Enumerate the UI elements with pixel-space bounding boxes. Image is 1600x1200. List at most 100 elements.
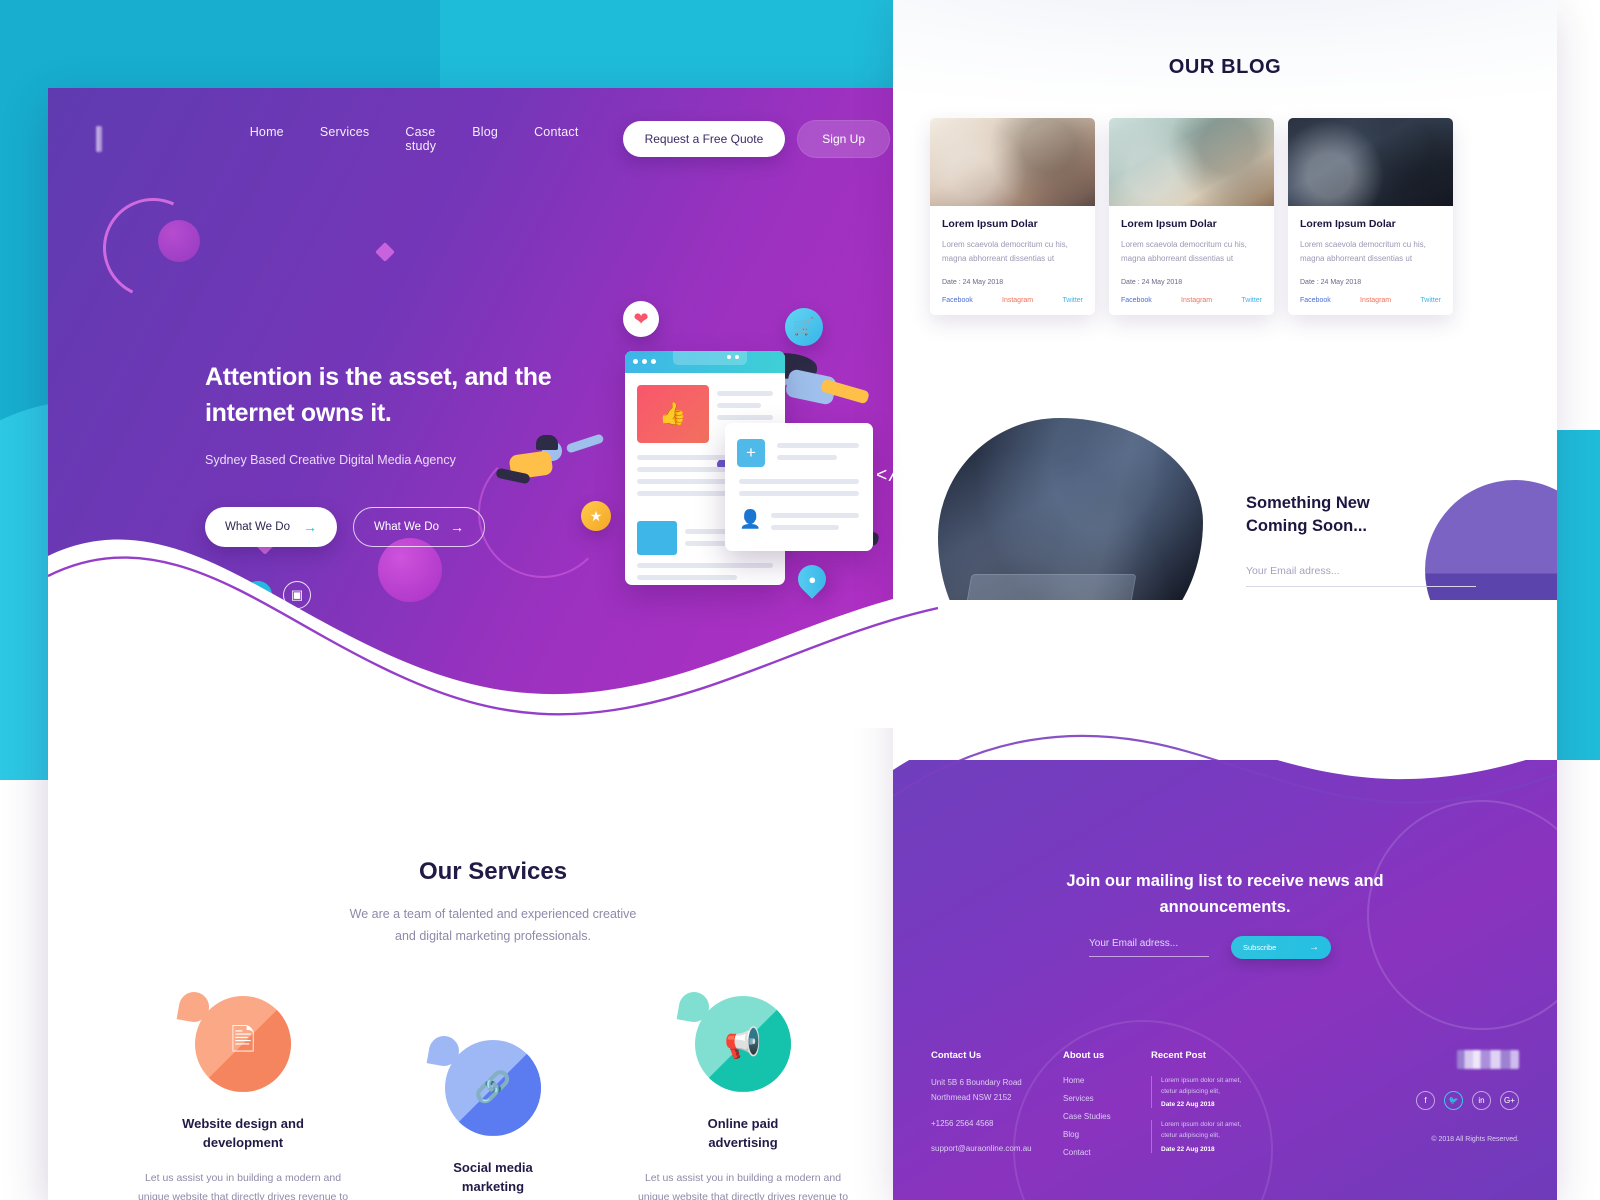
blog-card-social-links: Facebook Instagram Twitter xyxy=(1121,297,1262,304)
heart-icon: ❤ xyxy=(623,301,659,337)
facebook-icon[interactable]: f xyxy=(1416,1091,1435,1110)
footer-link-case-studies[interactable]: Case Studies xyxy=(1063,1112,1151,1121)
footer-phone[interactable]: +1256 2564 4568 xyxy=(931,1117,1063,1132)
blog-link-facebook[interactable]: Facebook xyxy=(942,297,973,304)
hero-circle-decoration xyxy=(158,220,200,262)
footer-address-line-2: Northmead NSW 2152 xyxy=(931,1092,1012,1102)
footer-address: Unit 5B 6 Boundary Road Northmead NSW 21… xyxy=(931,1076,1063,1106)
mailing-subscribe-button[interactable]: Subscribe → xyxy=(1231,936,1331,959)
secondary-page-mockup: OUR BLOG Lorem Ipsum Dolar Lorem scaevol… xyxy=(893,0,1557,1200)
google-plus-icon[interactable]: G+ xyxy=(1500,1091,1519,1110)
browser-dots-icon xyxy=(633,359,656,364)
request-quote-button[interactable]: Request a Free Quote xyxy=(622,121,786,157)
nav-item-home[interactable]: Home xyxy=(250,125,284,153)
nav-item-services[interactable]: Services xyxy=(320,125,370,153)
blog-link-twitter[interactable]: Twitter xyxy=(1420,297,1441,304)
footer-contact-title: Contact Us xyxy=(931,1050,982,1061)
nav-item-blog[interactable]: Blog xyxy=(472,125,498,153)
service-name-line-2: marketing xyxy=(461,1179,525,1195)
blog-card-body-text: Lorem scaevola democritum cu his, magna … xyxy=(1121,238,1262,266)
linkedin-icon[interactable]: in xyxy=(1472,1091,1491,1110)
shopping-cart-icon: 🛒 xyxy=(785,308,823,346)
services-subtitle-line-2: and digital marketing professionals. xyxy=(395,928,591,943)
blog-card-date: Date : 24 May 2018 xyxy=(1121,279,1183,286)
coming-soon-heading-line-1: Something New xyxy=(1246,494,1370,512)
blog-card-body-text: Lorem scaevola democritum cu his, magna … xyxy=(1300,238,1441,266)
service-name-line-1: Online paid xyxy=(707,1115,779,1131)
blog-link-instagram[interactable]: Instagram xyxy=(1002,297,1033,304)
megaphone-icon: 📢 xyxy=(724,1027,762,1061)
blog-body-line-1: Lorem scaevola democritum cu his, xyxy=(1300,240,1426,249)
blog-link-facebook[interactable]: Facebook xyxy=(1300,297,1331,304)
footer-social-links: f 🐦 in G+ xyxy=(1291,1091,1519,1110)
blog-card-body-text: Lorem scaevola democritum cu his, magna … xyxy=(942,238,1083,266)
blog-card-heading: Lorem Ipsum Dolar xyxy=(1121,218,1217,230)
blog-link-facebook[interactable]: Facebook xyxy=(1121,297,1152,304)
coming-soon-heading: Something New Coming Soon... xyxy=(1246,492,1476,539)
footer-recent-post-column: Recent Post Lorem ipsum dolor sit amet, … xyxy=(1151,1050,1291,1168)
service-name: Website design and development xyxy=(118,1114,368,1153)
blog-card[interactable]: Lorem Ipsum Dolar Lorem scaevola democri… xyxy=(1288,118,1453,315)
blog-card-date: Date : 24 May 2018 xyxy=(942,279,1004,286)
recent-post-line-2: ctetur adipiscing elit, xyxy=(1161,1087,1220,1095)
service-icon-wrap: 🖹 xyxy=(176,989,291,1092)
footer-email[interactable]: support@auraonline.com.au xyxy=(931,1142,1063,1157)
blog-link-instagram[interactable]: Instagram xyxy=(1181,297,1212,304)
blog-link-twitter[interactable]: Twitter xyxy=(1241,297,1262,304)
blog-link-instagram[interactable]: Instagram xyxy=(1360,297,1391,304)
blog-body-line-1: Lorem scaevola democritum cu his, xyxy=(942,240,1068,249)
service-card-online-advertising[interactable]: 📢 Online paid advertising Let us assist … xyxy=(618,989,868,1200)
footer-recent-title: Recent Post xyxy=(1151,1050,1206,1061)
service-name-line-1: Website design and xyxy=(182,1115,304,1131)
footer-contact-column: Contact Us Unit 5B 6 Boundary Road North… xyxy=(931,1050,1063,1168)
brand-logo[interactable] xyxy=(96,126,102,152)
thumbs-up-icon: 👍 xyxy=(637,385,709,443)
blog-card[interactable]: Lorem Ipsum Dolar Lorem scaevola democri… xyxy=(930,118,1095,315)
service-card-social-media[interactable]: 🔗 Social media marketing Let us assist y… xyxy=(368,1033,618,1200)
blog-card-heading: Lorem Ipsum Dolar xyxy=(1300,218,1396,230)
blog-body-line-2: magna abhorreant dissentias ut xyxy=(942,254,1055,263)
blog-card-body: Lorem Ipsum Dolar Lorem scaevola democri… xyxy=(1109,206,1274,315)
service-description: Let us assist you in building a modern a… xyxy=(137,1171,349,1200)
blog-thumbnail-image xyxy=(930,118,1095,206)
recent-post-item[interactable]: Lorem ipsum dolor sit amet, ctetur adipi… xyxy=(1151,1076,1291,1109)
hero-title-line-2: internet owns it. xyxy=(205,398,392,427)
service-icon-wrap: 🔗 xyxy=(426,1033,541,1136)
footer-link-contact[interactable]: Contact xyxy=(1063,1148,1151,1157)
blog-body-line-2: magna abhorreant dissentias ut xyxy=(1121,254,1234,263)
hero-wave-divider xyxy=(48,438,938,728)
recent-post-item[interactable]: Lorem ipsum dolor sit amet, ctetur adipi… xyxy=(1151,1120,1291,1153)
recent-post-date: Date 22 Aug 2018 xyxy=(1161,1145,1215,1153)
blog-body-line-2: magna abhorreant dissentias ut xyxy=(1300,254,1413,263)
blog-link-twitter[interactable]: Twitter xyxy=(1062,297,1083,304)
hero-title: Attention is the asset, and the internet… xyxy=(205,360,565,431)
nav-item-case-study[interactable]: Case study xyxy=(405,125,436,153)
blog-card-social-links: Facebook Instagram Twitter xyxy=(942,297,1083,304)
browser-window-icon: 🖹 xyxy=(230,1024,256,1058)
footer-brand-column: f 🐦 in G+ xyxy=(1291,1050,1519,1168)
blog-thumbnail-image xyxy=(1288,118,1453,206)
service-card-website-design[interactable]: 🖹 Website design and development Let us … xyxy=(118,989,368,1200)
coming-soon-email-input[interactable]: Your Email adress... xyxy=(1246,565,1476,587)
recent-post-line-2: ctetur adipiscing elit, xyxy=(1161,1132,1220,1140)
browser-dots-right-icon xyxy=(727,355,739,359)
footer-link-home[interactable]: Home xyxy=(1063,1076,1151,1085)
services-section: Our Services We are a team of talented a… xyxy=(48,728,938,1200)
blog-card[interactable]: Lorem Ipsum Dolar Lorem scaevola democri… xyxy=(1109,118,1274,315)
sign-up-button[interactable]: Sign Up xyxy=(797,120,890,158)
services-subtitle-line-1: We are a team of talented and experience… xyxy=(349,907,637,921)
nav-item-contact[interactable]: Contact xyxy=(534,125,578,153)
footer-brand-logo[interactable] xyxy=(1457,1050,1519,1069)
blog-thumbnail-image xyxy=(1109,118,1274,206)
service-description: Let us assist you in building a modern a… xyxy=(637,1171,849,1200)
footer-about-column: About us Home Services Case Studies Blog… xyxy=(1063,1050,1151,1168)
recent-post-line-1: Lorem ipsum dolor sit amet, xyxy=(1161,1077,1242,1084)
footer-link-blog[interactable]: Blog xyxy=(1063,1130,1151,1139)
footer-link-services[interactable]: Services xyxy=(1063,1094,1151,1103)
twitter-icon[interactable]: 🐦 xyxy=(1444,1091,1463,1110)
hero-section: Home Services Case study Blog Contact Re… xyxy=(48,88,938,728)
landing-page-mockup: Home Services Case study Blog Contact Re… xyxy=(48,88,938,1200)
coming-soon-heading-line-2: Coming Soon... xyxy=(1246,517,1367,536)
recent-post-line-1: Lorem ipsum dolor sit amet, xyxy=(1161,1121,1242,1129)
mailing-email-input[interactable]: Your Email adress... xyxy=(1089,938,1209,957)
